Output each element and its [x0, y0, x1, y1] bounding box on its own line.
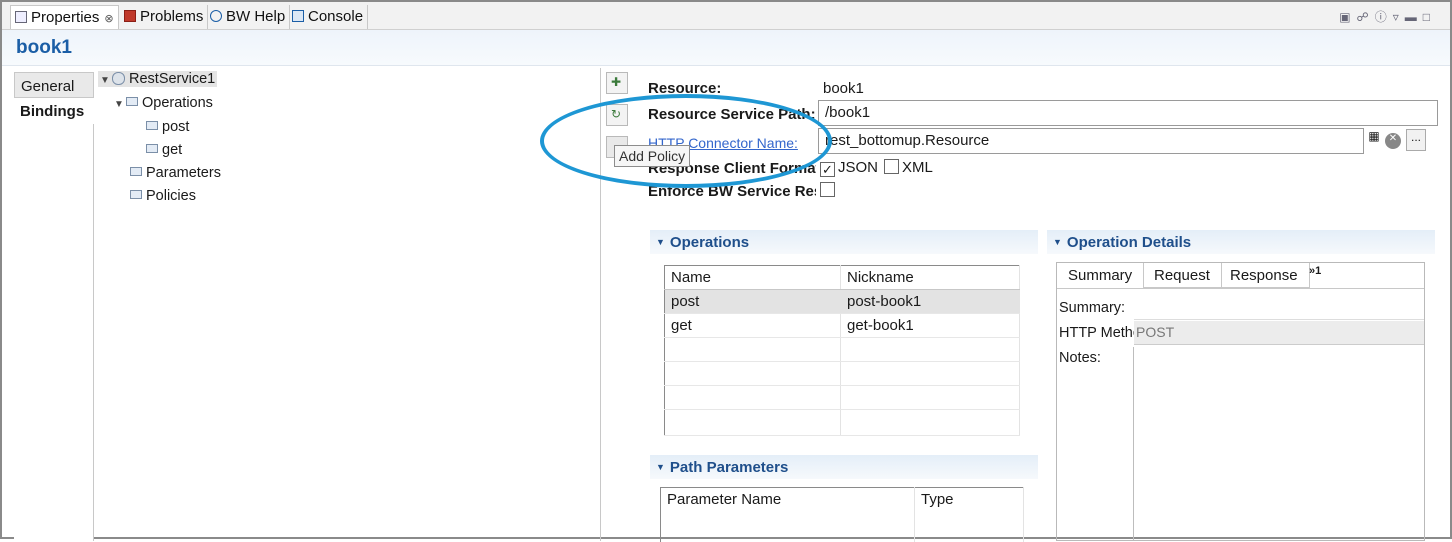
chevron-down-icon[interactable]: ▼ — [100, 75, 112, 86]
collapse-icon: ▼ — [656, 237, 665, 247]
column-header-parameter-name[interactable]: Parameter Name — [660, 487, 915, 512]
table-row-empty — [664, 385, 1020, 410]
resource-path-input[interactable]: /book1 — [818, 100, 1438, 126]
notes-label: Notes: — [1059, 350, 1101, 366]
console-icon — [292, 10, 304, 22]
http-connector-input[interactable]: rest_bottomup.Resource — [818, 128, 1364, 154]
resource-value: book1 — [823, 80, 864, 97]
tab-summary[interactable]: Summary — [1057, 263, 1145, 288]
tab-bw-help[interactable]: BW Help — [206, 5, 291, 29]
view-menu-icon[interactable]: ▣ — [1339, 10, 1356, 24]
tab-bindings[interactable]: Bindings — [14, 98, 94, 124]
clear-icon[interactable]: ✕ — [1385, 133, 1401, 149]
operations-table: Name Nickname post post-book1 get get-bo… — [664, 265, 1020, 436]
add-operation-button[interactable]: ✚ — [606, 72, 628, 94]
http-method-value: POST — [1134, 321, 1424, 345]
operations-icon — [126, 97, 138, 106]
column-header-name[interactable]: Name — [664, 265, 841, 290]
path-parameters-section-header[interactable]: ▼ Path Parameters — [650, 455, 1038, 479]
operation-name-cell: get — [664, 313, 841, 338]
view-toolbar: ▣☍ⓘ▿▬□ — [1339, 8, 1436, 25]
bindings-tree: ▼ RestService1 ▼ Operations post get Param… — [94, 68, 601, 541]
json-checkbox[interactable]: ✓ — [820, 162, 835, 177]
http-method-label: HTTP Method: — [1059, 325, 1134, 341]
chevron-down-icon[interactable]: ▿ — [1393, 10, 1405, 24]
chevron-down-icon[interactable]: ▼ — [114, 99, 126, 110]
operation-nickname-cell: post-book1 — [840, 289, 1020, 314]
xml-checkbox[interactable] — [884, 159, 899, 174]
table-row-empty — [664, 337, 1020, 362]
operation-icon — [146, 144, 158, 153]
operation-name-cell: post — [664, 289, 841, 314]
page-title: book1 — [16, 37, 72, 58]
tree-item-operations[interactable]: ▼ Operations — [114, 95, 213, 111]
operation-icon — [146, 121, 158, 130]
properties-view: Properties ⊗ Problems BW Help Console ▣☍ⓘ… — [0, 0, 1452, 542]
highlight-circle — [540, 94, 832, 188]
enforce-option[interactable] — [820, 182, 838, 198]
column-header-type[interactable]: Type — [914, 487, 1024, 512]
tab-request[interactable]: Request — [1143, 263, 1222, 288]
pin-icon[interactable]: ☍ — [1357, 10, 1375, 24]
tab-response[interactable]: Response — [1219, 263, 1310, 288]
properties-icon — [15, 11, 27, 23]
tabs-overflow-button[interactable]: »1 — [1309, 265, 1321, 277]
operations-section-header[interactable]: ▼ Operations — [650, 230, 1038, 254]
add-icon: ✚ — [611, 75, 622, 89]
table-row[interactable]: post post-book1 — [664, 289, 1020, 314]
operation-nickname-cell: get-book1 — [840, 313, 1020, 338]
collapse-icon: ▼ — [1053, 237, 1062, 247]
xml-option[interactable]: XML — [884, 159, 933, 176]
policies-icon — [130, 190, 142, 199]
parameters-icon — [130, 167, 142, 176]
tree-item-get[interactable]: get — [146, 142, 182, 158]
tree-item-restservice1[interactable]: ▼ RestService1 — [98, 71, 218, 87]
notes-textarea[interactable] — [1133, 347, 1424, 540]
title-bar: book1 — [2, 30, 1450, 66]
table-header: Parameter Name Type — [660, 487, 1024, 512]
enforce-checkbox[interactable] — [820, 182, 835, 197]
browse-button[interactable]: ... — [1406, 129, 1426, 151]
column-header-nickname[interactable]: Nickname — [840, 265, 1020, 290]
table-row-empty — [660, 511, 1024, 542]
close-icon[interactable]: ⊗ — [104, 13, 113, 25]
help-icon — [210, 10, 222, 22]
table-row-empty — [664, 361, 1020, 386]
tab-general[interactable]: General — [14, 72, 94, 98]
operation-details-section-header[interactable]: ▼ Operation Details — [1047, 230, 1435, 254]
table-icon[interactable]: ▦ — [1366, 129, 1382, 151]
json-option[interactable]: ✓ JSON — [820, 159, 878, 177]
summary-input[interactable] — [1134, 296, 1424, 320]
table-row-empty — [664, 409, 1020, 436]
maximize-icon[interactable]: □ — [1423, 10, 1436, 24]
tree-item-parameters[interactable]: Parameters — [130, 165, 221, 181]
rest-service-icon — [112, 72, 125, 85]
tree-item-post[interactable]: post — [146, 119, 189, 135]
tab-console[interactable]: Console — [288, 5, 369, 29]
operation-details-panel: Summary Request Response »1 Summary: HTT… — [1056, 262, 1425, 541]
table-row[interactable]: get get-book1 — [664, 313, 1020, 338]
tab-properties[interactable]: Properties ⊗ — [10, 5, 119, 29]
summary-label: Summary: — [1059, 300, 1126, 316]
help-icon[interactable]: ⓘ — [1375, 10, 1393, 24]
table-header: Name Nickname — [664, 265, 1020, 290]
problems-icon — [124, 10, 136, 22]
tab-problems[interactable]: Problems — [120, 5, 209, 29]
path-parameters-table: Parameter Name Type — [660, 487, 1024, 542]
minimize-icon[interactable]: ▬ — [1405, 10, 1423, 24]
tree-item-policies[interactable]: Policies — [130, 188, 196, 204]
collapse-icon: ▼ — [656, 462, 665, 472]
view-tab-bar: Properties ⊗ Problems BW Help Console ▣☍ⓘ… — [2, 2, 1450, 30]
section-tabs: General Bindings — [14, 72, 94, 541]
